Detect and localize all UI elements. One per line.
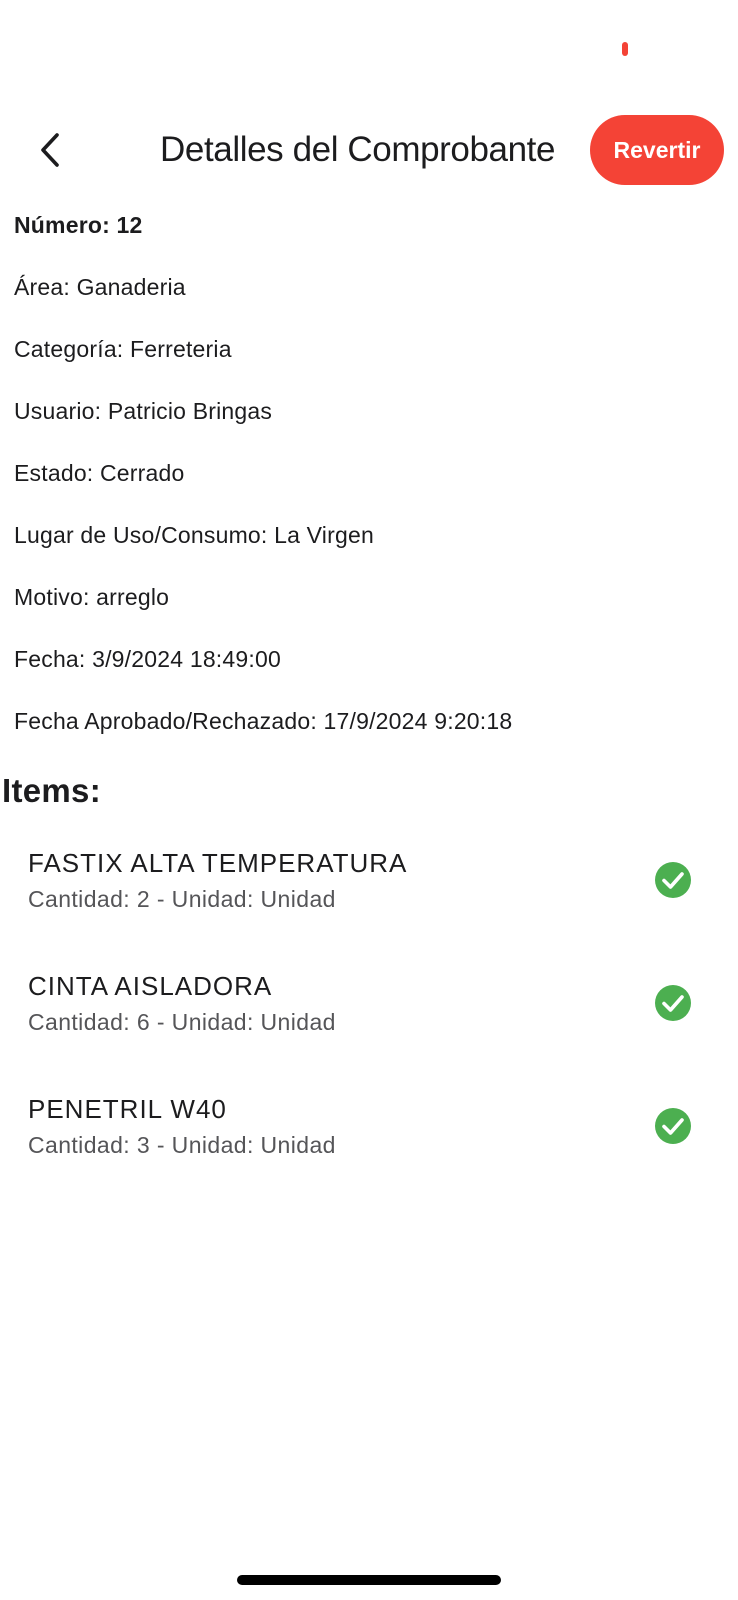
item-detail: Cantidad: 3 - Unidad: Unidad (28, 1132, 336, 1158)
check-circle-icon (655, 1108, 691, 1144)
detail-fecha: Fecha: 3/9/2024 18:49:00 (14, 646, 281, 672)
chevron-left-icon (41, 133, 59, 167)
item-name: PENETRIL W40 (28, 1094, 227, 1124)
status-indicator-dot (622, 42, 628, 56)
home-indicator[interactable] (237, 1575, 501, 1585)
check-circle-icon (655, 862, 691, 898)
voucher-details: Número: 12 Área: Ganaderia Categoría: Fe… (14, 205, 714, 763)
detail-fecha-aprobado: Fecha Aprobado/Rechazado: 17/9/2024 9:20… (14, 708, 513, 734)
item-detail: Cantidad: 6 - Unidad: Unidad (28, 1009, 336, 1035)
item-detail: Cantidad: 2 - Unidad: Unidad (28, 886, 336, 912)
detail-usuario: Usuario: Patricio Bringas (14, 398, 273, 424)
check-circle-icon (655, 985, 691, 1021)
detail-area: Área: Ganaderia (14, 274, 186, 300)
item-name: FASTIX ALTA TEMPERATURA (28, 848, 408, 878)
detail-categoria: Categoría: Ferreteria (14, 336, 232, 362)
list-item[interactable]: CINTA AISLADORA Cantidad: 6 - Unidad: Un… (0, 965, 738, 1088)
page-title: Detalles del Comprobante (160, 130, 556, 169)
items-heading: Items: (2, 772, 101, 809)
detail-motivo: Motivo: arreglo (14, 584, 170, 610)
app-header: Detalles del Comprobante Revertir (0, 112, 738, 188)
detail-numero: Número: 12 (14, 212, 143, 238)
items-list: FASTIX ALTA TEMPERATURA Cantidad: 2 - Un… (0, 842, 738, 1211)
revert-button[interactable]: Revertir (590, 115, 724, 185)
item-name: CINTA AISLADORA (28, 971, 273, 1001)
detail-lugar: Lugar de Uso/Consumo: La Virgen (14, 522, 374, 548)
detail-estado: Estado: Cerrado (14, 460, 185, 486)
list-item[interactable]: FASTIX ALTA TEMPERATURA Cantidad: 2 - Un… (0, 842, 738, 965)
list-item[interactable]: PENETRIL W40 Cantidad: 3 - Unidad: Unida… (0, 1088, 738, 1211)
back-button[interactable] (22, 122, 78, 178)
